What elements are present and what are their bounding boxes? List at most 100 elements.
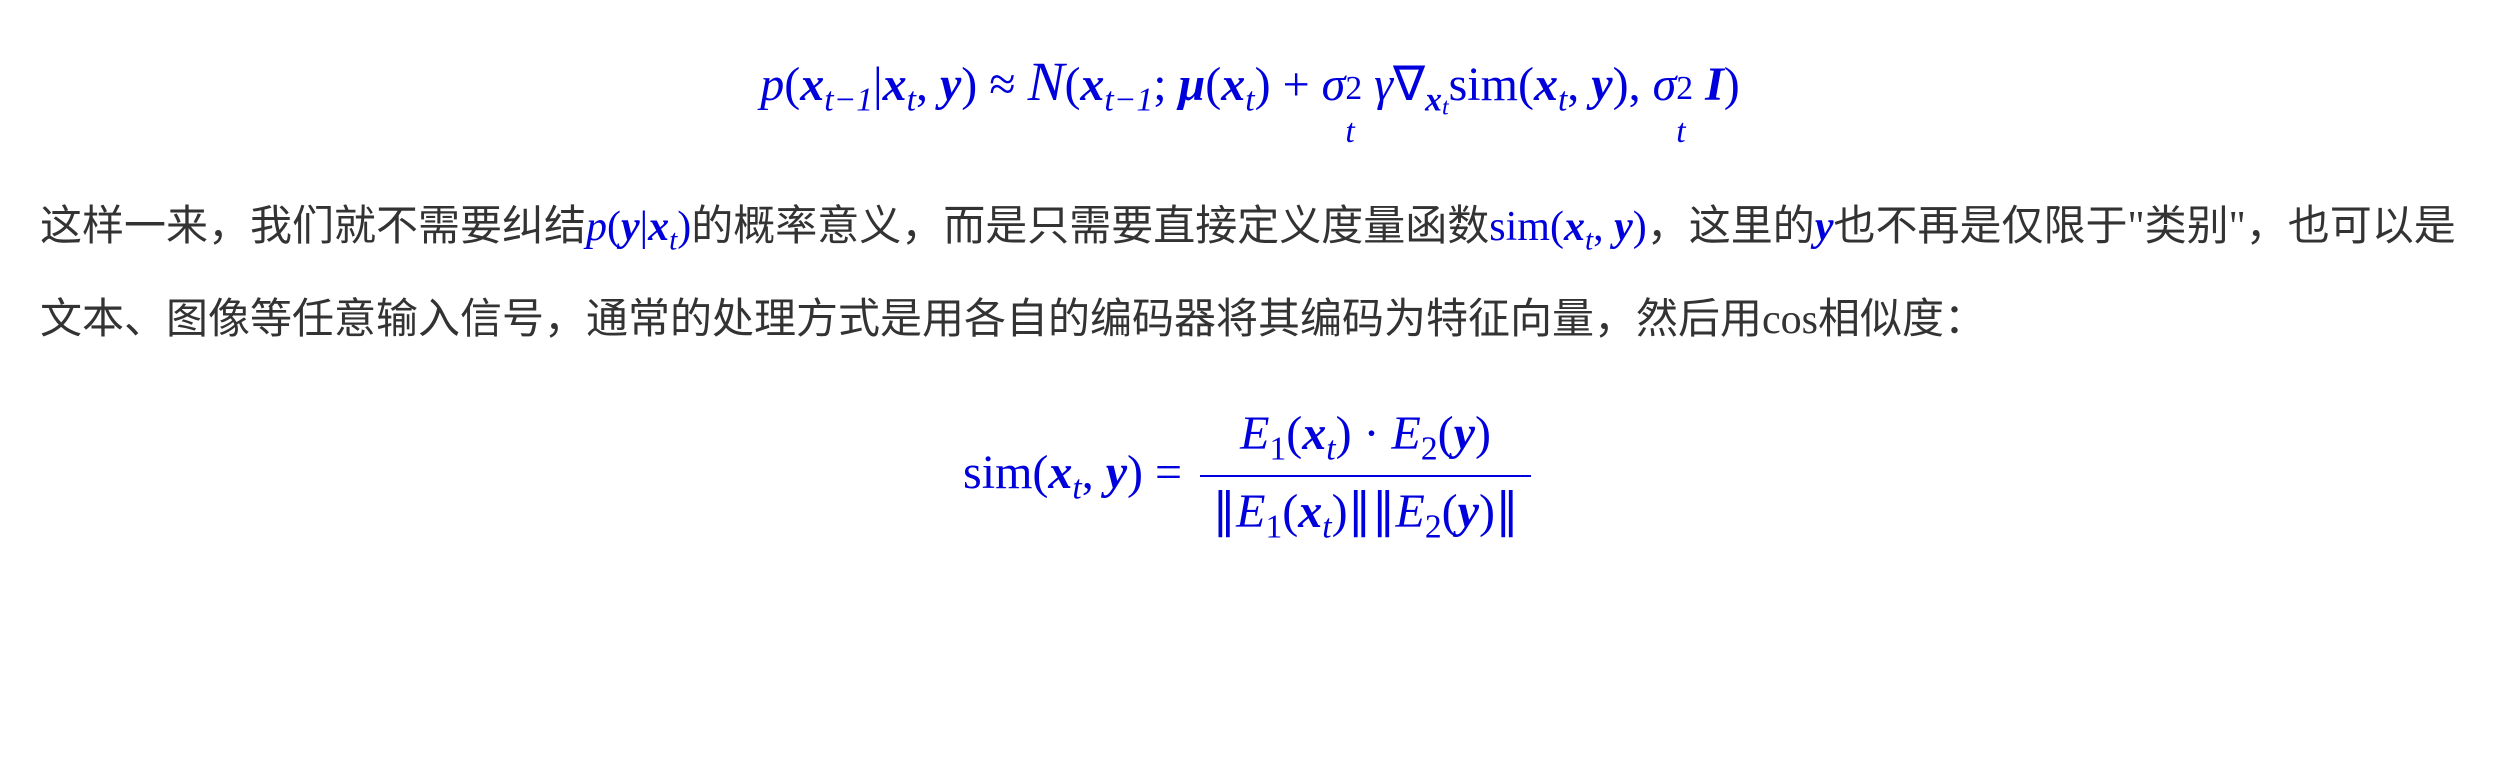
eq1-rparen4: ): [1613, 58, 1629, 111]
eq1-nabla: ∇: [1393, 58, 1425, 111]
eq2-dbar3: ∥: [1372, 485, 1396, 538]
eq2-comma1: ,: [1082, 446, 1094, 499]
eq1-lparen1: (: [784, 58, 800, 111]
eq1-comma1: ,: [916, 58, 928, 111]
eq1-lparen2: (: [1064, 58, 1080, 111]
eq2-dbar2: ∥: [1348, 485, 1372, 538]
eq1-x2: x: [883, 58, 907, 111]
inline1-bar: |: [640, 204, 648, 250]
eq2-t1: t: [1072, 470, 1081, 507]
eq2-E2a: E: [1392, 407, 1421, 460]
eq2-t2: t: [1326, 431, 1335, 468]
eq2-fraction: E1(xt) · E2(y) ∥E1(xt)∥∥E2(y)∥: [1200, 406, 1531, 546]
eq1-t5: t: [1676, 113, 1685, 151]
eq1-plus: +: [1271, 58, 1322, 111]
eq2-rp5: ): [1479, 485, 1495, 538]
eq1-two1: 2: [1345, 70, 1362, 108]
inline3-y: y: [1815, 204, 1834, 250]
eq1-t2: t: [1245, 82, 1254, 119]
eq1-comma2: ,: [1567, 58, 1579, 111]
eq2-E2b: E: [1396, 485, 1425, 538]
eq1-x4: x: [1221, 58, 1245, 111]
inline1-y: y: [621, 204, 640, 250]
eq2-rp2: ): [1336, 407, 1352, 460]
eq1-t3: t: [1345, 113, 1354, 151]
eq2-lp1: (: [1032, 446, 1048, 499]
eq1-nabla-x: x: [1425, 82, 1442, 119]
eq1-tm1-2: t−1: [1104, 82, 1153, 119]
eq2-numerator: E1(xt) · E2(y): [1200, 406, 1531, 477]
eq1-t1: t: [907, 82, 916, 119]
eq2-E1a: E: [1240, 407, 1269, 460]
inline2-comma: ,: [1593, 204, 1604, 250]
eq2-x2: x: [1302, 407, 1326, 460]
prose-part2: 的概率意义，而是只需要直接定义度量函数: [691, 204, 1489, 250]
eq2-denominator: ∥E1(xt)∥∥E2(y)∥: [1200, 477, 1531, 547]
eq2-E1b: E: [1236, 485, 1265, 538]
inline1-rp: ): [677, 204, 691, 250]
eq2-sim: sim: [963, 446, 1032, 499]
eq2-lp3: (: [1438, 407, 1454, 460]
eq2-two-b: 2: [1425, 508, 1442, 545]
eq1-mu: μ: [1179, 58, 1206, 111]
eq2-dbar4: ∥: [1495, 485, 1519, 538]
equation-1-math: p(xt−1|xt, y) ≈ N(xt−1; μ(xt) + σ2tγ∇xts…: [760, 50, 1739, 121]
inline2-y: y: [1614, 204, 1633, 250]
eq1-approx: ≈: [977, 58, 1027, 111]
prose-paragraph: 这样一来，我们就不需要纠结p(y|xt)的概率意义，而是只需要直接定义度量函数s…: [40, 181, 2460, 366]
inline2-t: t: [1585, 225, 1593, 257]
eq1-sigma1: σ: [1322, 58, 1346, 111]
inline2-lp: (: [1550, 204, 1564, 250]
prose-part3: ，这里的: [1647, 204, 1815, 250]
eq1-t4: t: [1558, 82, 1567, 119]
eq1-nabla-t: t: [1442, 94, 1449, 120]
eq1-lparen3: (: [1205, 58, 1221, 111]
eq2-rp3: ): [1475, 407, 1491, 460]
eq1-bar: |: [873, 58, 883, 111]
eq1-p: p: [760, 58, 784, 111]
eq1-tm1-1: t−1: [824, 82, 873, 119]
inline2-rp: ): [1633, 204, 1647, 250]
eq2-y1: y: [1106, 446, 1127, 499]
eq2-one-b: 1: [1265, 508, 1282, 545]
eq1-comma3: ,: [1629, 58, 1641, 111]
eq2-y2: y: [1454, 407, 1475, 460]
eq1-y2: y: [1591, 58, 1612, 111]
eq2-lp5: (: [1442, 485, 1458, 538]
eq1-y1: y: [940, 58, 961, 111]
eq2-lp4: (: [1282, 485, 1298, 538]
eq1-x3: x: [1080, 58, 1104, 111]
eq1-I: I: [1705, 58, 1724, 111]
inline1-lp: (: [607, 204, 621, 250]
eq2-rp4: ): [1332, 485, 1348, 538]
eq1-gamma: γ: [1374, 58, 1393, 111]
inline1-p: p: [586, 204, 607, 250]
inline2-x: x: [1564, 204, 1585, 250]
eq2-x3: x: [1298, 485, 1322, 538]
equation-1: p(xt−1|xt, y) ≈ N(xt−1; μ(xt) + σ2tγ∇xts…: [40, 50, 2460, 121]
eq2-t3: t: [1322, 508, 1331, 545]
eq2-lhs: sim(xt, y) =: [963, 445, 1182, 508]
eq2-x1: x: [1048, 446, 1072, 499]
eq1-N: N: [1028, 51, 1065, 112]
eq1-semi: ;: [1153, 58, 1166, 111]
eq1-sigma2: σ: [1653, 58, 1677, 111]
equation-2: sim(xt, y) = E1(xt) · E2(y) ∥E1(xt)∥∥E2(…: [40, 406, 2460, 546]
eq2-rp1: ): [1127, 446, 1143, 499]
inline2-sim: sim: [1489, 204, 1550, 250]
eq1-rparen3: ): [1255, 58, 1271, 111]
eq2-one-a: 1: [1269, 431, 1286, 468]
eq1-x5: x: [1534, 58, 1558, 111]
eq1-rparen1: ): [961, 58, 977, 111]
prose-part1: 这样一来，我们就不需要纠结: [40, 204, 586, 250]
eq2-cdot: ·: [1352, 407, 1392, 460]
eq2-eq: =: [1143, 446, 1182, 499]
eq1-sim: sim: [1449, 58, 1518, 111]
eq2-dbar1: ∥: [1212, 485, 1236, 538]
eq1-two2: 2: [1676, 70, 1693, 108]
eq2-two-a: 2: [1421, 431, 1438, 468]
eq1-rparen2: ): [1724, 58, 1740, 111]
eq2-y3: y: [1458, 485, 1479, 538]
eq2-lp2: (: [1286, 407, 1302, 460]
eq1-x1: x: [800, 58, 824, 111]
